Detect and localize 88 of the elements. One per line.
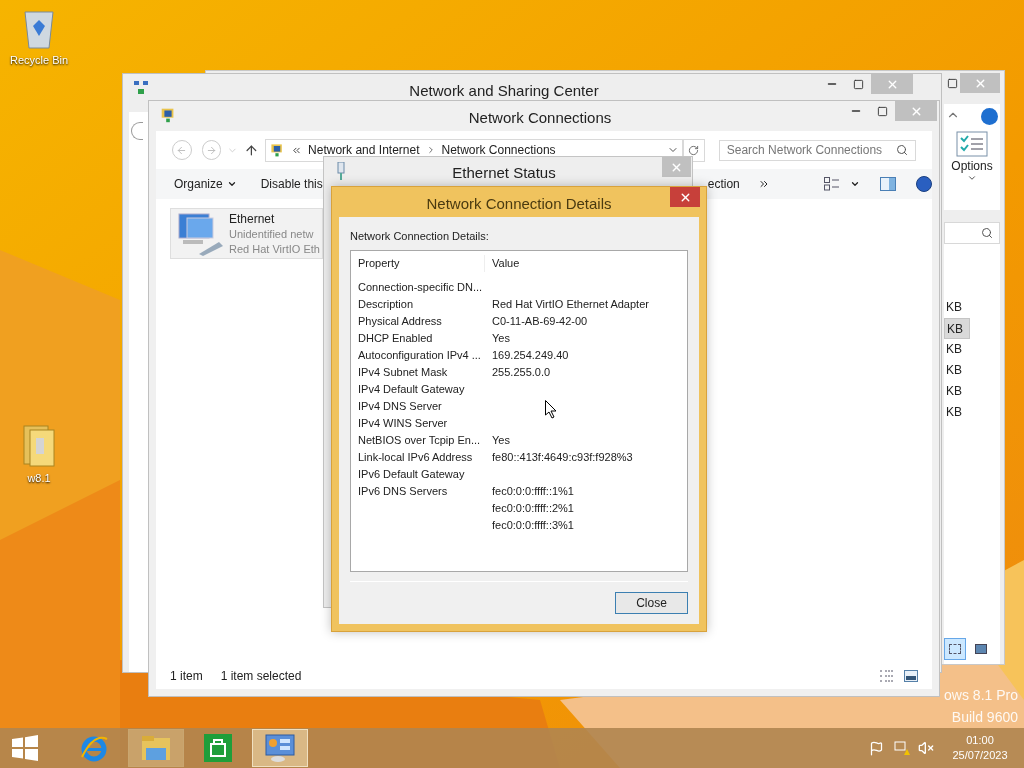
refresh-icon: [688, 144, 700, 156]
computer-network-icon: [175, 212, 225, 256]
folder-icon: [22, 424, 56, 468]
property-cell: Description: [358, 297, 414, 310]
toolbar-button[interactable]: Disable this: [260, 175, 323, 193]
column-header[interactable]: Value: [485, 255, 687, 272]
column-header[interactable]: Property: [351, 255, 485, 272]
view-icon[interactable]: [823, 177, 840, 191]
value-cell: Yes: [492, 433, 510, 446]
maximize-icon: [946, 77, 958, 89]
item-device: Red Hat VirtIO Eth: [229, 242, 320, 257]
dialog-label: Network Connection Details:: [350, 229, 490, 244]
window-title: Ethernet Status: [451, 163, 557, 183]
preview-view-icon[interactable]: [904, 670, 918, 682]
edition-text: ows 8.1 Pro: [944, 686, 1018, 705]
maximize-icon: [852, 78, 864, 90]
search-icon: [981, 227, 993, 239]
close-button[interactable]: Close: [615, 591, 688, 614]
back-arrow-icon: [176, 144, 188, 156]
size-cell[interactable]: KB: [944, 297, 970, 318]
value-cell: fe80::413f:4649:c93f:f928%3: [492, 450, 633, 463]
window-title: Network Connections: [467, 108, 613, 128]
preview-view-icon: [975, 644, 987, 654]
property-cell: Link-local IPv6 Address: [358, 450, 473, 463]
checklist-icon: [956, 131, 988, 157]
options-button[interactable]: Options: [951, 159, 993, 173]
edition-text: Build 9600: [951, 708, 1018, 727]
size-cell[interactable]: KB: [944, 339, 970, 360]
details-view-icon[interactable]: [880, 670, 894, 682]
organize-button[interactable]: Organize: [174, 175, 237, 193]
item-name: Ethernet: [229, 212, 276, 227]
value-cell: fec0:0:0:ffff::1%1: [492, 484, 574, 497]
value-cell: 255.255.0.0: [492, 365, 551, 378]
volume-muted-icon[interactable]: [918, 740, 934, 756]
forward-arrow-icon: [206, 144, 218, 156]
start-button[interactable]: [12, 735, 38, 761]
property-cell: Connection-specific DN...: [358, 280, 483, 293]
help-icon[interactable]: [981, 108, 998, 125]
shopping-bag-icon: [204, 734, 232, 762]
cursor-icon: [545, 400, 557, 419]
value-cell: Yes: [492, 331, 510, 344]
help-icon[interactable]: [915, 176, 932, 192]
breadcrumb[interactable]: Network Connections: [441, 141, 556, 159]
value-cell: 169.254.249.40: [492, 348, 569, 361]
dialog-title: Network Connection Details: [425, 194, 613, 214]
property-cell: NetBIOS over Tcpip En...: [358, 433, 481, 446]
breadcrumb[interactable]: Network and Internet: [308, 141, 420, 159]
maximize-icon: [876, 105, 888, 117]
search-field[interactable]: Search Network Connections: [718, 139, 916, 161]
preview-pane-icon[interactable]: [879, 177, 896, 191]
toolbar-button[interactable]: ection: [707, 175, 740, 193]
details-view-button[interactable]: [944, 638, 966, 660]
property-cell: Autoconfiguration IPv4 ...: [358, 348, 481, 361]
status-text: 1 item selected: [220, 668, 302, 685]
more-commands-icon[interactable]: [757, 178, 770, 190]
network-cable-icon: [336, 162, 346, 180]
close-button[interactable]: [670, 187, 700, 207]
property-cell: Physical Address: [358, 314, 442, 327]
property-cell: IPv6 Default Gateway: [358, 467, 465, 480]
property-cell: IPv4 WINS Server: [358, 416, 448, 429]
value-cell: C0-11-AB-69-42-00: [492, 314, 588, 327]
network-warning-icon[interactable]: [894, 740, 910, 756]
value-cell: Red Hat VirtIO Ethernet Adapter: [492, 297, 649, 310]
size-cell[interactable]: KB: [944, 318, 970, 339]
item-status: Unidentified netw: [229, 227, 315, 242]
details-view-icon: [949, 644, 961, 654]
caret-icon: [967, 173, 977, 183]
property-cell: IPv6 DNS Servers: [358, 484, 448, 497]
value-cell: fec0:0:0:ffff::2%1: [492, 501, 574, 514]
folder-icon: [140, 734, 172, 762]
list-item[interactable]: Ethernet Unidentified netw Red Hat VirtIO Eth: [170, 208, 323, 259]
window-title: Network and Sharing Center: [408, 81, 600, 101]
size-cell[interactable]: KB: [944, 402, 970, 423]
property-cell: IPv4 DNS Server: [358, 399, 442, 412]
search-field[interactable]: [944, 222, 1000, 244]
value-cell: fec0:0:0:ffff::3%1: [492, 518, 574, 531]
size-cell[interactable]: KB: [944, 381, 970, 402]
property-cell: IPv4 Default Gateway: [358, 382, 465, 395]
flag-icon[interactable]: [869, 740, 884, 756]
property-cell: DHCP Enabled: [358, 331, 433, 344]
property-cell: IPv4 Subnet Mask: [358, 365, 448, 378]
size-cell[interactable]: KB: [944, 360, 970, 381]
network-icon: [133, 80, 149, 96]
control-panel-icon: [264, 733, 296, 763]
search-icon: [896, 144, 908, 156]
caret-icon[interactable]: [849, 179, 860, 189]
caret-icon: [226, 179, 237, 189]
status-text: 1 item: [170, 668, 203, 685]
